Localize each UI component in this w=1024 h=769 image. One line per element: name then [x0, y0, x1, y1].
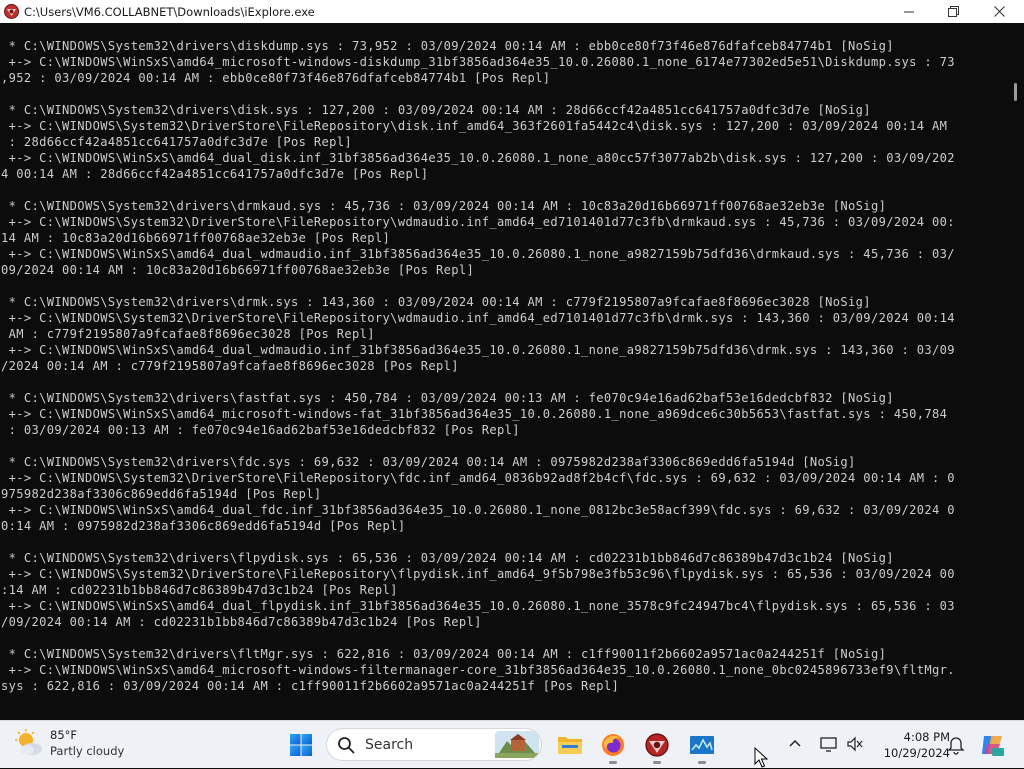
- notification-button[interactable]: [947, 735, 967, 755]
- console-line: AM : c779f2195807a9fcafae8f8696ec3028 [P…: [1, 327, 375, 341]
- console-line: sys : 622,816 : 03/09/2024 00:14 AM : c1…: [1, 679, 620, 693]
- windows-logo-icon: [290, 734, 312, 756]
- activity-monitor-icon: [690, 736, 714, 754]
- window-title: C:\Users\VM6.COLLABNET\Downloads\iExplor…: [24, 4, 315, 19]
- console-line: : 03/09/2024 00:13 AM : fe070c94e16ad62b…: [1, 423, 520, 437]
- start-button[interactable]: [285, 729, 317, 761]
- console-line: +-> C:\WINDOWS\System32\DriverStore\File…: [1, 215, 955, 229]
- window-title-bar[interactable]: C:\Users\VM6.COLLABNET\Downloads\iExplor…: [0, 0, 1024, 23]
- console-line: * C:\WINDOWS\System32\drivers\disk.sys :…: [1, 103, 871, 117]
- console-line: +-> C:\WINDOWS\WinSxS\amd64_dual_wdmaudi…: [1, 247, 955, 261]
- iexplore-app-icon: [645, 733, 669, 757]
- bell-icon: [947, 737, 965, 755]
- console-line: +-> C:\WINDOWS\WinSxS\amd64_dual_flpydis…: [1, 599, 955, 613]
- copilot-button[interactable]: [979, 732, 1005, 758]
- console-line: ,952 : 03/09/2024 00:14 AM : ebb0ce80f73…: [1, 71, 551, 85]
- console-line: 14 AM : 10c83a20d16b66971ff00768ae32eb3e…: [1, 231, 391, 245]
- clock-time: 4:08 PM: [903, 730, 950, 744]
- show-hidden-icons-button[interactable]: [788, 736, 806, 754]
- console-line: +-> C:\WINDOWS\System32\DriverStore\File…: [1, 567, 955, 581]
- monitor-app-taskbar-button[interactable]: [686, 729, 718, 764]
- running-indicator: [653, 761, 661, 764]
- console-line: +-> C:\WINDOWS\WinSxS\amd64_dual_fdc.inf…: [1, 503, 955, 517]
- console-line: * C:\WINDOWS\System32\drivers\fltMgr.sys…: [1, 647, 887, 661]
- firefox-taskbar-button[interactable]: [597, 729, 629, 764]
- console-line: /2024 00:14 AM : c779f2195807a9fcafae8f8…: [1, 359, 459, 373]
- volume-tray-button[interactable]: [846, 735, 866, 755]
- console-output-area[interactable]: * C:\WINDOWS\System32\drivers\diskdump.s…: [0, 23, 1008, 720]
- console-line: /09/2024 00:14 AM : cd02231b1bb846d7c863…: [1, 615, 482, 629]
- console-line: +-> C:\WINDOWS\WinSxS\amd64_dual_disk.in…: [1, 151, 955, 165]
- weather-temperature: 85°F: [50, 728, 77, 742]
- mouse-cursor-icon: [754, 747, 768, 768]
- console-line: +-> C:\WINDOWS\WinSxS\amd64_dual_wdmaudi…: [1, 343, 955, 357]
- network-icon: [820, 737, 837, 752]
- console-line: :14 AM : cd02231b1bb846d7c86389b47d3c1b2…: [1, 583, 398, 597]
- console-line: 0:14 AM : 0975982d238af3306c869edd6fa519…: [1, 519, 406, 533]
- console-line: * C:\WINDOWS\System32\drivers\drmk.sys :…: [1, 295, 871, 309]
- search-highlight-image: [495, 731, 539, 758]
- copilot-icon: [982, 736, 1004, 756]
- console-line: +-> C:\WINDOWS\System32\DriverStore\File…: [1, 471, 955, 485]
- app-icon[interactable]: [4, 4, 19, 19]
- console-line: * C:\WINDOWS\System32\drivers\fdc.sys : …: [1, 455, 856, 469]
- partly-cloudy-icon: [15, 729, 42, 755]
- chevron-up-icon: [789, 739, 801, 747]
- search-placeholder: Search: [365, 736, 414, 753]
- running-indicator: [698, 761, 706, 764]
- taskbar: 85°F Partly cloudy Search 4:08 PM 10/29/…: [0, 720, 1024, 768]
- close-button[interactable]: [976, 0, 1022, 23]
- console-text: * C:\WINDOWS\System32\drivers\diskdump.s…: [1, 38, 955, 694]
- console-line: * C:\WINDOWS\System32\drivers\diskdump.s…: [1, 39, 894, 53]
- console-line: +-> C:\WINDOWS\WinSxS\amd64_microsoft-wi…: [1, 407, 948, 421]
- folder-icon: [558, 737, 582, 754]
- console-line: * C:\WINDOWS\System32\drivers\fastfat.sy…: [1, 391, 894, 405]
- running-indicator: [609, 761, 617, 764]
- console-line: 4 00:14 AM : 28d66ccf42a4851cc641757a0df…: [1, 167, 429, 181]
- scrollbar-thumb[interactable]: [1014, 83, 1017, 101]
- close-icon: [993, 6, 1005, 17]
- weather-text: 85°F Partly cloudy: [50, 727, 124, 759]
- console-line: +-> C:\WINDOWS\WinSxS\amd64_microsoft-wi…: [1, 663, 955, 677]
- restore-icon: [947, 6, 959, 17]
- maximize-button[interactable]: [930, 0, 976, 23]
- firefox-icon: [602, 734, 624, 756]
- taskbar-search-box[interactable]: Search: [326, 728, 542, 761]
- iexplore-taskbar-button[interactable]: [641, 729, 673, 764]
- network-tray-button[interactable]: [819, 735, 839, 755]
- minimize-button[interactable]: [886, 0, 932, 23]
- console-line: * C:\WINDOWS\System32\drivers\flpydisk.s…: [1, 551, 894, 565]
- console-line: : 28d66ccf42a4851cc641757a0dfc3d7e [Pos …: [1, 135, 353, 149]
- console-line: +-> C:\WINDOWS\WinSxS\amd64_microsoft-wi…: [1, 55, 955, 69]
- console-line: +-> C:\WINDOWS\System32\DriverStore\File…: [1, 119, 948, 133]
- weather-widget[interactable]: 85°F Partly cloudy: [14, 727, 124, 759]
- minimize-icon: [904, 11, 914, 12]
- volume-muted-icon: [847, 736, 863, 752]
- console-line: * C:\WINDOWS\System32\drivers\drmkaud.sy…: [1, 199, 887, 213]
- taskbar-clock[interactable]: 4:08 PM 10/29/2024: [870, 729, 950, 761]
- console-line: 975982d238af3306c869edd6fa5194d [Pos Rep…: [1, 487, 322, 501]
- file-explorer-taskbar-button[interactable]: [554, 729, 586, 761]
- console-line: +-> C:\WINDOWS\System32\DriverStore\File…: [1, 311, 955, 325]
- clock-date: 10/29/2024: [883, 746, 950, 760]
- search-icon: [338, 736, 355, 753]
- weather-condition: Partly cloudy: [50, 744, 125, 758]
- vertical-scrollbar[interactable]: [1008, 23, 1024, 720]
- console-line: 09/2024 00:14 AM : 10c83a20d16b66971ff00…: [1, 263, 475, 277]
